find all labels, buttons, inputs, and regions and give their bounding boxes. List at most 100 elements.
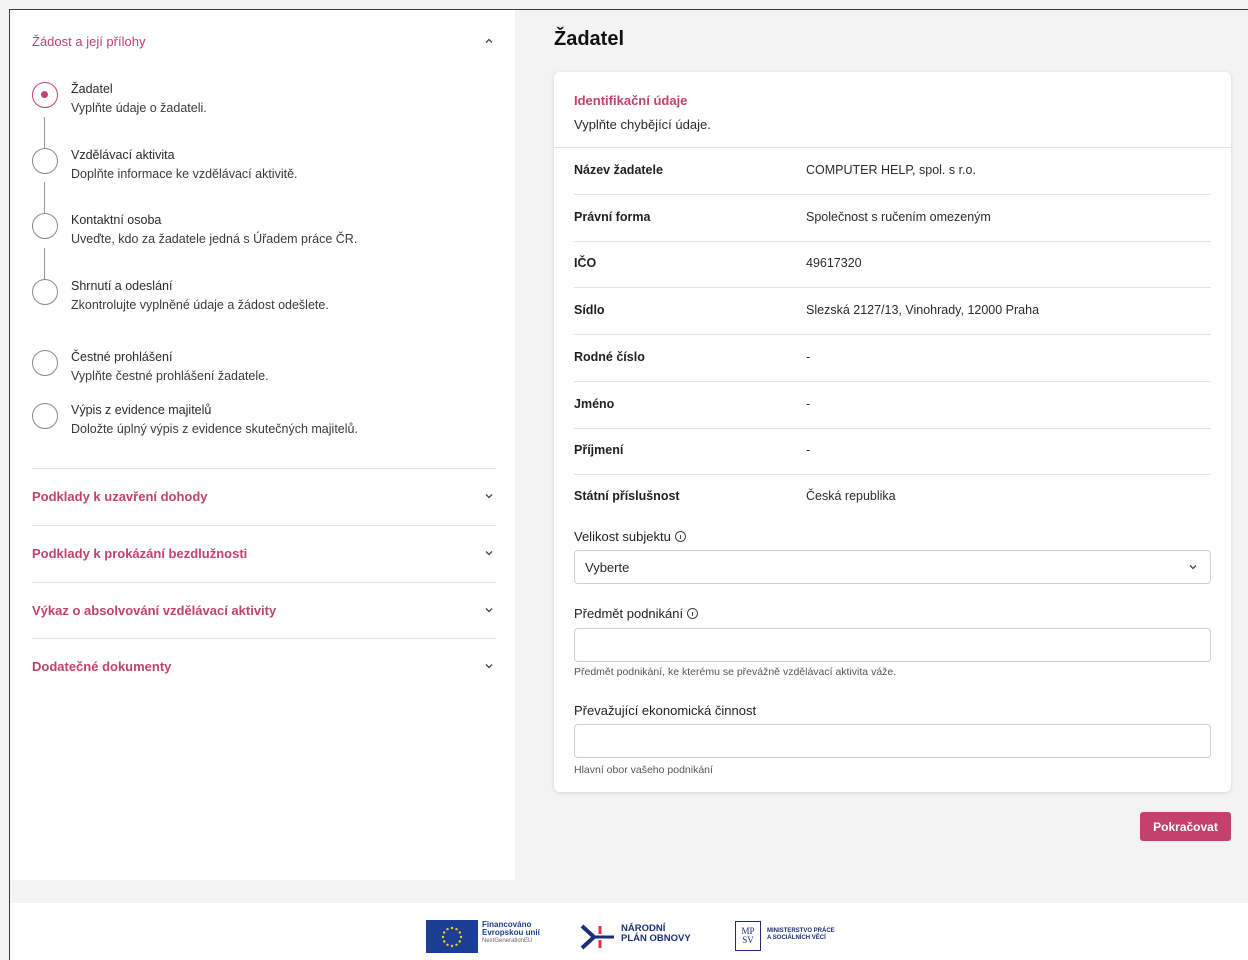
step-title: Kontaktní osoba: [71, 213, 162, 227]
eu-flag-icon: [426, 920, 478, 953]
row-value: Česká republika: [806, 489, 896, 503]
continue-button[interactable]: Pokračovat: [1140, 812, 1231, 841]
size-select-value: Vyberte: [585, 560, 630, 575]
size-label-text: Velikost subjektu: [574, 529, 671, 544]
step-description: Doložte úplný výpis z evidence skutečnýc…: [71, 422, 358, 436]
section-divider: [32, 468, 496, 469]
section-title: Výkaz o absolvování vzdělávací aktivity: [32, 602, 277, 618]
step-title: Výpis z evidence majitelů: [71, 403, 212, 417]
chevron-down-icon: [482, 489, 496, 503]
row-first-name: Jméno -: [574, 382, 1211, 429]
section-divider: [32, 638, 496, 639]
mpsv-logo-icon: MP SV: [735, 921, 761, 951]
section-agreement-docs-header[interactable]: Podklady k uzavření dohody: [32, 486, 496, 506]
row-label: Rodné číslo: [574, 350, 645, 364]
page-title: Žadatel: [554, 28, 625, 50]
chevron-down-icon: [482, 546, 496, 560]
business-field-hint: Předmět podnikání, ke kterému se převážn…: [574, 666, 897, 678]
chevron-down-icon: [1189, 565, 1197, 570]
step-description: Doplňte informace ke vzdělávací aktivitě…: [71, 167, 298, 181]
activity-field-label: Převažující ekonomická činnost: [574, 703, 756, 718]
mpsv-mark-text: SV: [742, 935, 754, 945]
card-title: Identifikační údaje: [574, 93, 688, 108]
chevron-up-icon: [482, 34, 496, 48]
row-legal-form: Právní forma Společnost s ručením omezen…: [574, 195, 1211, 242]
section-title: Žádost a její přílohy: [32, 33, 146, 49]
step-description: Uveďte, kdo za žadatele jedná s Úřadem p…: [71, 232, 358, 246]
info-icon[interactable]: [674, 531, 686, 542]
step-applicant[interactable]: Žadatel Vyplňte údaje o žadateli.: [32, 82, 492, 122]
step-description: Vyplňte údaje o žadateli.: [71, 101, 207, 115]
row-value: COMPUTER HELP, spol. s r.o.: [806, 163, 976, 177]
row-value: -: [806, 443, 811, 457]
row-label: Název žadatele: [574, 163, 663, 177]
step-active-indicator: [32, 82, 58, 108]
mpsv-text-line: MINISTERSTVO PRÁCE: [767, 928, 835, 934]
row-value: 49617320: [806, 256, 862, 270]
step-indicator: [32, 350, 58, 376]
row-label: Jméno: [574, 397, 615, 411]
chevron-down-icon: [482, 603, 496, 617]
step-title: Vzdělávací aktivita: [71, 148, 175, 162]
section-title: Podklady k uzavření dohody: [32, 488, 208, 504]
identification-card: Identifikační údaje Vyplňte chybějící úd…: [554, 72, 1231, 792]
mpsv-logo-text: MINISTERSTVO PRÁCE A SOCIÁLNÍCH VĚCÍ: [767, 928, 835, 941]
row-surname: Příjmení -: [574, 428, 1211, 475]
step-indicator: [32, 213, 58, 239]
info-icon[interactable]: [687, 608, 699, 619]
section-title: Dodatečné dokumenty: [32, 658, 172, 674]
npo-text-line: PLÁN OBNOVY: [621, 932, 691, 944]
step-indicator: [32, 403, 58, 429]
size-field-label: Velikost subjektu: [574, 529, 686, 544]
row-birth-number: Rodné číslo -: [574, 335, 1211, 382]
economic-activity-input[interactable]: [574, 724, 1211, 758]
eu-text-line: NextGenerationEU: [482, 937, 533, 944]
row-value: -: [806, 350, 811, 364]
step-title: Žadatel: [71, 82, 113, 96]
row-value: Slezská 2127/13, Vinohrady, 12000 Praha: [806, 303, 1040, 317]
business-subject-input[interactable]: [574, 628, 1211, 662]
activity-label-text: Převažující ekonomická činnost: [574, 703, 757, 718]
row-label: Právní forma: [574, 210, 651, 224]
footer: Financováno Evropskou unií NextGeneratio…: [10, 903, 1248, 960]
step-title: Čestné prohlášení: [71, 350, 173, 364]
section-additional-docs-header[interactable]: Dodatečné dokumenty: [32, 656, 496, 676]
row-value: -: [806, 397, 811, 411]
step-summary[interactable]: Shrnutí a odeslání Zkontrolujte vyplněné…: [32, 279, 492, 319]
step-indicator: [32, 279, 58, 305]
section-application-header[interactable]: Žádost a její přílohy: [32, 31, 496, 51]
row-address: Sídlo Slezská 2127/13, Vinohrady, 12000 …: [574, 288, 1211, 335]
section-divider: [32, 525, 496, 526]
chevron-down-icon: [482, 659, 496, 673]
npo-logo-text: NÁRODNÍ PLÁN OBNOVY: [621, 924, 691, 944]
business-field-label: Předmět podnikání: [574, 606, 699, 621]
eu-funding-logo-text: Financováno Evropskou unií NextGeneratio…: [482, 920, 540, 944]
size-select[interactable]: Vyberte: [574, 550, 1211, 584]
step-declaration[interactable]: Čestné prohlášení Vyplňte čestné prohláš…: [32, 350, 492, 390]
section-debt-free-docs-header[interactable]: Podklady k prokázání bezdlužnosti: [32, 543, 496, 563]
step-owners-register[interactable]: Výpis z evidence majitelů Doložte úplný …: [32, 403, 492, 443]
card-subtitle: Vyplňte chybějící údaje.: [574, 117, 711, 132]
section-activity-report-header[interactable]: Výkaz o absolvování vzdělávací aktivity: [32, 600, 496, 620]
row-value: Společnost s ručením omezeným: [806, 210, 991, 224]
npo-logo-icon: [580, 924, 614, 950]
row-label: Státní příslušnost: [574, 489, 680, 503]
row-nationality: Státní příslušnost Česká republika: [574, 474, 1211, 521]
row-label: IČO: [574, 256, 597, 270]
step-contact-person[interactable]: Kontaktní osoba Uveďte, kdo za žadatele …: [32, 213, 492, 253]
section-title: Podklady k prokázání bezdlužnosti: [32, 545, 248, 561]
business-label-text: Předmět podnikání: [574, 606, 684, 621]
row-applicant-name: Název žadatele COMPUTER HELP, spol. s r.…: [574, 148, 1211, 195]
row-label: Příjmení: [574, 443, 624, 457]
row-ico: IČO 49617320: [574, 241, 1211, 288]
activity-field-hint: Hlavní obor vašeho podnikání: [574, 764, 713, 776]
mpsv-text-line: A SOCIÁLNÍCH VĚCÍ: [767, 934, 826, 941]
step-title: Shrnutí a odeslání: [71, 279, 173, 293]
eu-text-line: Evropskou unií: [482, 928, 540, 938]
step-educational-activity[interactable]: Vzdělávací aktivita Doplňte informace ke…: [32, 148, 492, 188]
row-label: Sídlo: [574, 303, 605, 317]
step-description: Vyplňte čestné prohlášení žadatele.: [71, 369, 269, 383]
application-sidebar: Žádost a její přílohy Žadatel Vyplňte úd…: [10, 10, 515, 880]
step-description: Zkontrolujte vyplněné údaje a žádost ode…: [71, 298, 329, 312]
step-indicator: [32, 148, 58, 174]
